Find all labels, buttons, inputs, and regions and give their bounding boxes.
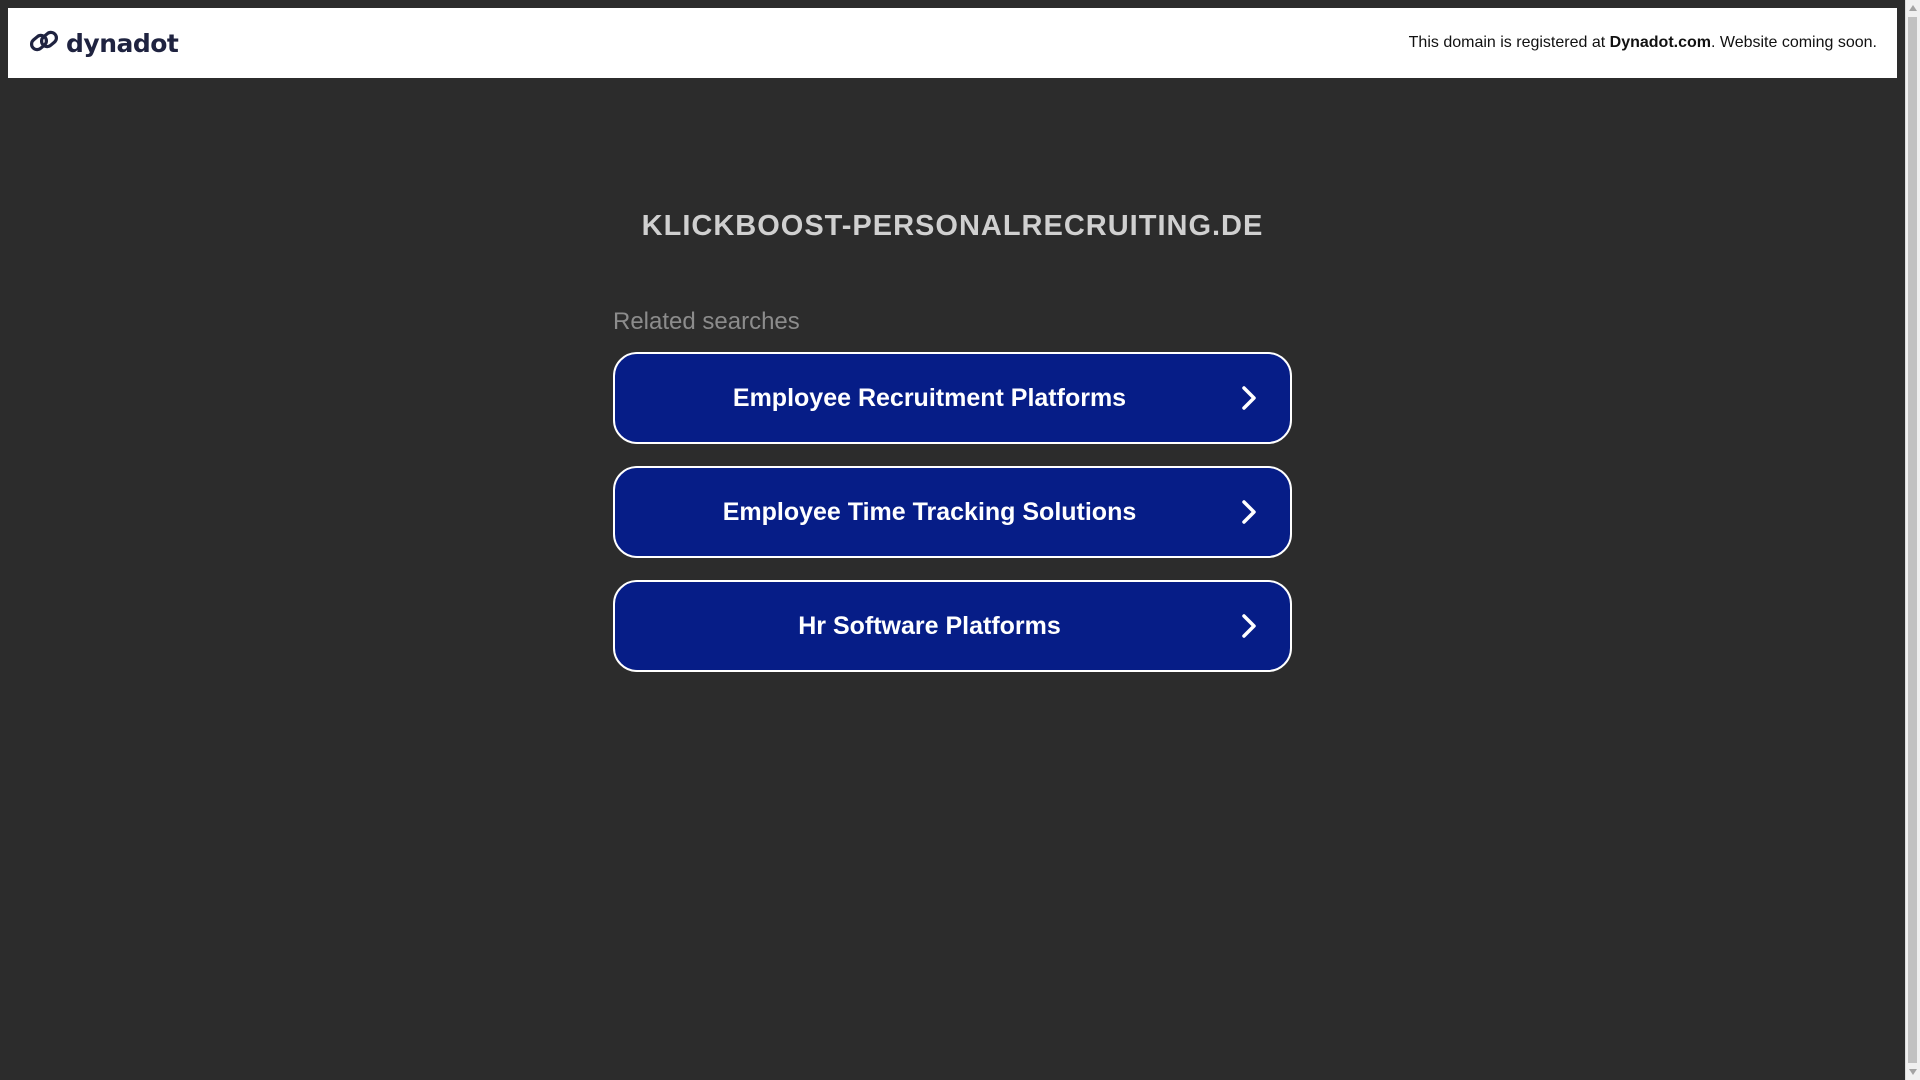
top-bar: dynadot This domain is registered at Dyn… <box>8 8 1897 78</box>
dynadot-link-icon <box>28 25 60 62</box>
related-searches-heading: Related searches <box>613 308 800 335</box>
notice-suffix: . Website coming soon. <box>1710 34 1877 51</box>
notice-prefix: This domain is registered at <box>1408 34 1610 51</box>
logo-text: dynadot <box>66 28 179 58</box>
scrollbar-thumb[interactable] <box>1908 17 1917 1063</box>
search-button-hr-software-platforms[interactable]: Hr Software Platforms <box>613 580 1292 672</box>
search-button-label: Hr Software Platforms <box>798 611 1061 640</box>
dynadot-logo[interactable]: dynadot <box>28 25 179 62</box>
registration-notice: This domain is registered at Dynadot.com… <box>1409 34 1877 52</box>
search-button-label: Employee Recruitment Platforms <box>732 383 1127 412</box>
chevron-right-icon <box>1242 614 1256 638</box>
notice-brand: Dynadot.com <box>1609 34 1711 51</box>
scroll-up-arrow-icon[interactable] <box>1906 1 1920 15</box>
chevron-right-icon <box>1242 386 1256 410</box>
chevron-right-icon <box>1242 500 1256 524</box>
domain-title: KLICKBOOST-PERSONALRECRUITING.DE <box>641 210 1264 242</box>
search-button-employee-recruitment-platforms[interactable]: Employee Recruitment Platforms <box>613 352 1292 444</box>
scroll-down-arrow-icon[interactable] <box>1906 1065 1920 1079</box>
search-button-employee-time-tracking-solutions[interactable]: Employee Time Tracking Solutions <box>613 466 1292 558</box>
search-button-label: Employee Time Tracking Solutions <box>722 497 1137 526</box>
page: dynadot This domain is registered at Dyn… <box>0 0 1920 1080</box>
vertical-scrollbar[interactable] <box>1905 0 1920 1080</box>
